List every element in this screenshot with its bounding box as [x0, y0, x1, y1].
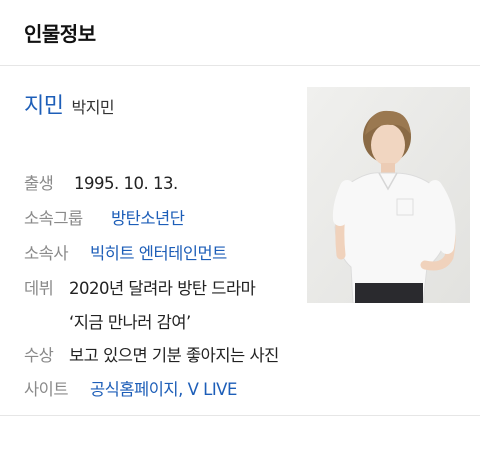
debut-value-line1: 2020년 달려라 방탄 드라마 — [69, 279, 256, 298]
agency-link[interactable]: 빅히트 엔터테인먼트 — [90, 244, 227, 263]
site-separator: , — [178, 380, 183, 399]
info-row-group: 소속그룹 방탄소년단 — [24, 205, 185, 229]
person-name-row: 지민 박지민 — [24, 88, 115, 120]
profile-header: 인물정보 — [0, 0, 480, 66]
person-name-link[interactable]: 지민 — [24, 94, 64, 119]
birth-label: 출생 — [24, 174, 54, 193]
bottom-divider — [0, 415, 480, 416]
profile-photo[interactable] — [307, 87, 470, 303]
debut-value-line2: ‘지금 만나러 감여’ — [69, 313, 191, 332]
info-row-site: 사이트 공식홈페이지, V LIVE — [24, 376, 237, 400]
award-value: 보고 있으면 기분 좋아지는 사진 — [69, 346, 279, 365]
debut-label: 데뷔 — [24, 279, 54, 298]
info-row-birth: 출생 1995. 10. 13. — [24, 170, 178, 194]
person-full-name: 박지민 — [71, 98, 115, 117]
group-link[interactable]: 방탄소년단 — [111, 209, 185, 228]
info-row-award: 수상 보고 있으면 기분 좋아지는 사진 — [24, 342, 279, 366]
info-row-debut: 데뷔 2020년 달려라 방탄 드라마 — [24, 275, 256, 299]
official-homepage-link[interactable]: 공식홈페이지 — [90, 380, 179, 399]
info-row-agency: 소속사 빅히트 엔터테인먼트 — [24, 240, 227, 264]
profile-photo-illustration — [307, 87, 470, 303]
agency-label: 소속사 — [24, 244, 69, 263]
group-label: 소속그룹 — [24, 209, 83, 228]
vlive-link[interactable]: V LIVE — [188, 380, 238, 399]
site-label: 사이트 — [24, 380, 69, 399]
birth-value: 1995. 10. 13. — [74, 174, 178, 193]
award-label: 수상 — [24, 346, 54, 365]
header-title: 인물정보 — [24, 22, 96, 46]
